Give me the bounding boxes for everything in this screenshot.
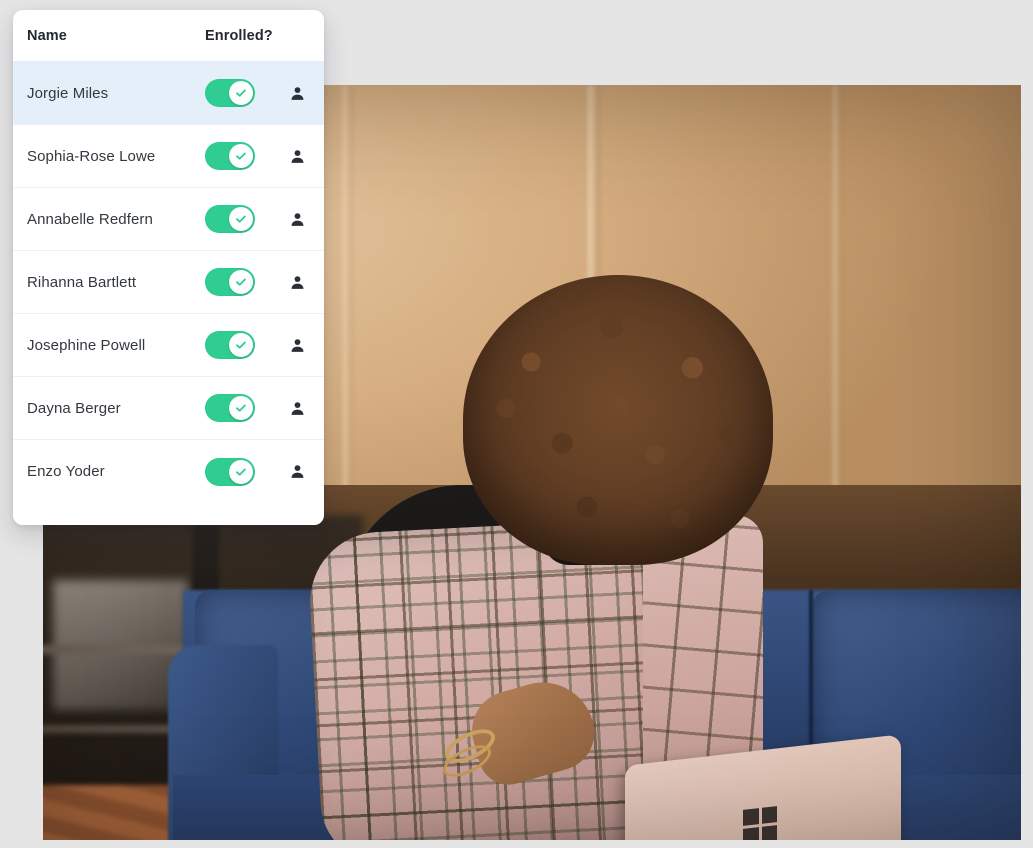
check-icon <box>236 404 246 412</box>
row-person-cell <box>267 85 310 102</box>
column-header-name: Name <box>27 27 67 44</box>
row-person-cell <box>267 400 310 417</box>
row-name-cell: Sophia-Rose Lowe <box>27 147 156 165</box>
table-header-row: Name Enrolled? <box>13 10 324 62</box>
person-icon[interactable] <box>289 337 306 354</box>
toggle-knob <box>229 333 253 357</box>
check-icon <box>236 152 246 160</box>
row-name-cell: Annabelle Redfern <box>27 210 153 228</box>
enrollment-card: Name Enrolled? Jorgie Miles Sophia-Rose … <box>13 10 324 525</box>
person-icon[interactable] <box>289 85 306 102</box>
enrolled-toggle[interactable] <box>205 79 255 107</box>
row-name-cell: Dayna Berger <box>27 399 121 417</box>
windows-logo-icon <box>743 806 777 840</box>
check-icon <box>236 89 246 97</box>
table-row[interactable]: Annabelle Redfern <box>13 188 324 251</box>
table-row[interactable]: Jorgie Miles <box>13 62 324 125</box>
table-row[interactable]: Sophia-Rose Lowe <box>13 125 324 188</box>
row-enrolled-cell <box>205 268 267 296</box>
row-name-cell: Jorgie Miles <box>27 84 109 102</box>
table-row[interactable]: Dayna Berger <box>13 377 324 440</box>
toggle-knob <box>229 207 253 231</box>
row-person-cell <box>267 211 310 228</box>
row-person-cell <box>267 274 310 291</box>
row-person-cell <box>267 337 310 354</box>
check-icon <box>236 215 246 223</box>
table-row[interactable]: Josephine Powell <box>13 314 324 377</box>
toggle-knob <box>229 396 253 420</box>
screenshot-root: Name Enrolled? Jorgie Miles Sophia-Rose … <box>0 0 1033 848</box>
enrolled-toggle[interactable] <box>205 331 255 359</box>
row-enrolled-cell <box>205 79 267 107</box>
row-person-cell <box>267 463 310 480</box>
row-enrolled-cell <box>205 457 267 486</box>
row-enrolled-cell <box>205 331 267 359</box>
row-enrolled-cell <box>205 205 267 233</box>
person-icon[interactable] <box>289 211 306 228</box>
enrolled-toggle[interactable] <box>205 394 255 422</box>
person-curly-hair <box>463 275 773 565</box>
person-icon[interactable] <box>289 274 306 291</box>
person-icon[interactable] <box>289 148 306 165</box>
toggle-knob <box>229 459 253 484</box>
check-icon <box>236 468 246 476</box>
table-row[interactable]: Enzo Yoder <box>13 440 324 503</box>
person-icon[interactable] <box>289 400 306 417</box>
row-name-cell: Enzo Yoder <box>27 463 105 480</box>
enrolled-toggle[interactable] <box>205 457 255 486</box>
person-icon[interactable] <box>289 463 306 480</box>
check-icon <box>236 341 246 349</box>
row-name-cell: Josephine Powell <box>27 336 146 354</box>
row-name-cell: Rihanna Bartlett <box>27 273 137 291</box>
row-person-cell <box>267 148 310 165</box>
enrolled-toggle[interactable] <box>205 268 255 296</box>
row-enrolled-cell <box>205 142 267 170</box>
toggle-knob <box>229 270 253 294</box>
table-row[interactable]: Rihanna Bartlett <box>13 251 324 314</box>
table-body: Jorgie Miles Sophia-Rose Lowe Annabelle … <box>13 62 324 503</box>
enrolled-toggle[interactable] <box>205 142 255 170</box>
enrolled-toggle[interactable] <box>205 205 255 233</box>
toggle-knob <box>229 81 253 105</box>
row-enrolled-cell <box>205 394 267 422</box>
check-icon <box>236 278 246 286</box>
card-bottom-padding <box>13 503 324 525</box>
toggle-knob <box>229 144 253 168</box>
column-header-enrolled: Enrolled? <box>205 27 273 44</box>
